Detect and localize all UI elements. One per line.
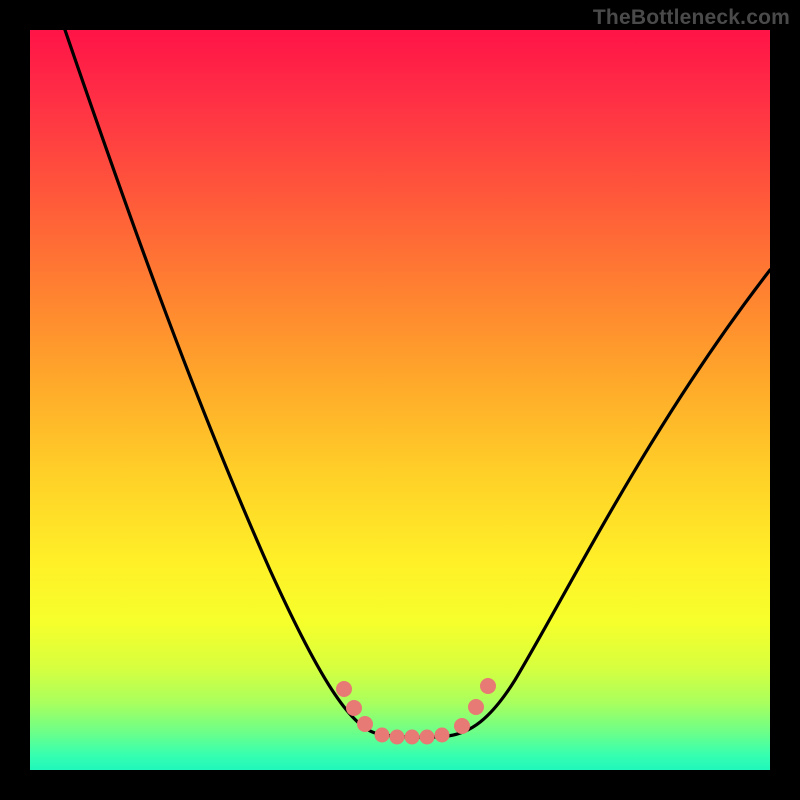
plot-area [30, 30, 770, 770]
chart-frame: TheBottleneck.com [0, 0, 800, 800]
bottleneck-curve-svg [30, 30, 770, 770]
bottleneck-curve [65, 30, 770, 737]
watermark-text: TheBottleneck.com [593, 6, 790, 30]
marker-flat-bottom [375, 728, 450, 745]
marker-left-cluster [336, 681, 373, 732]
